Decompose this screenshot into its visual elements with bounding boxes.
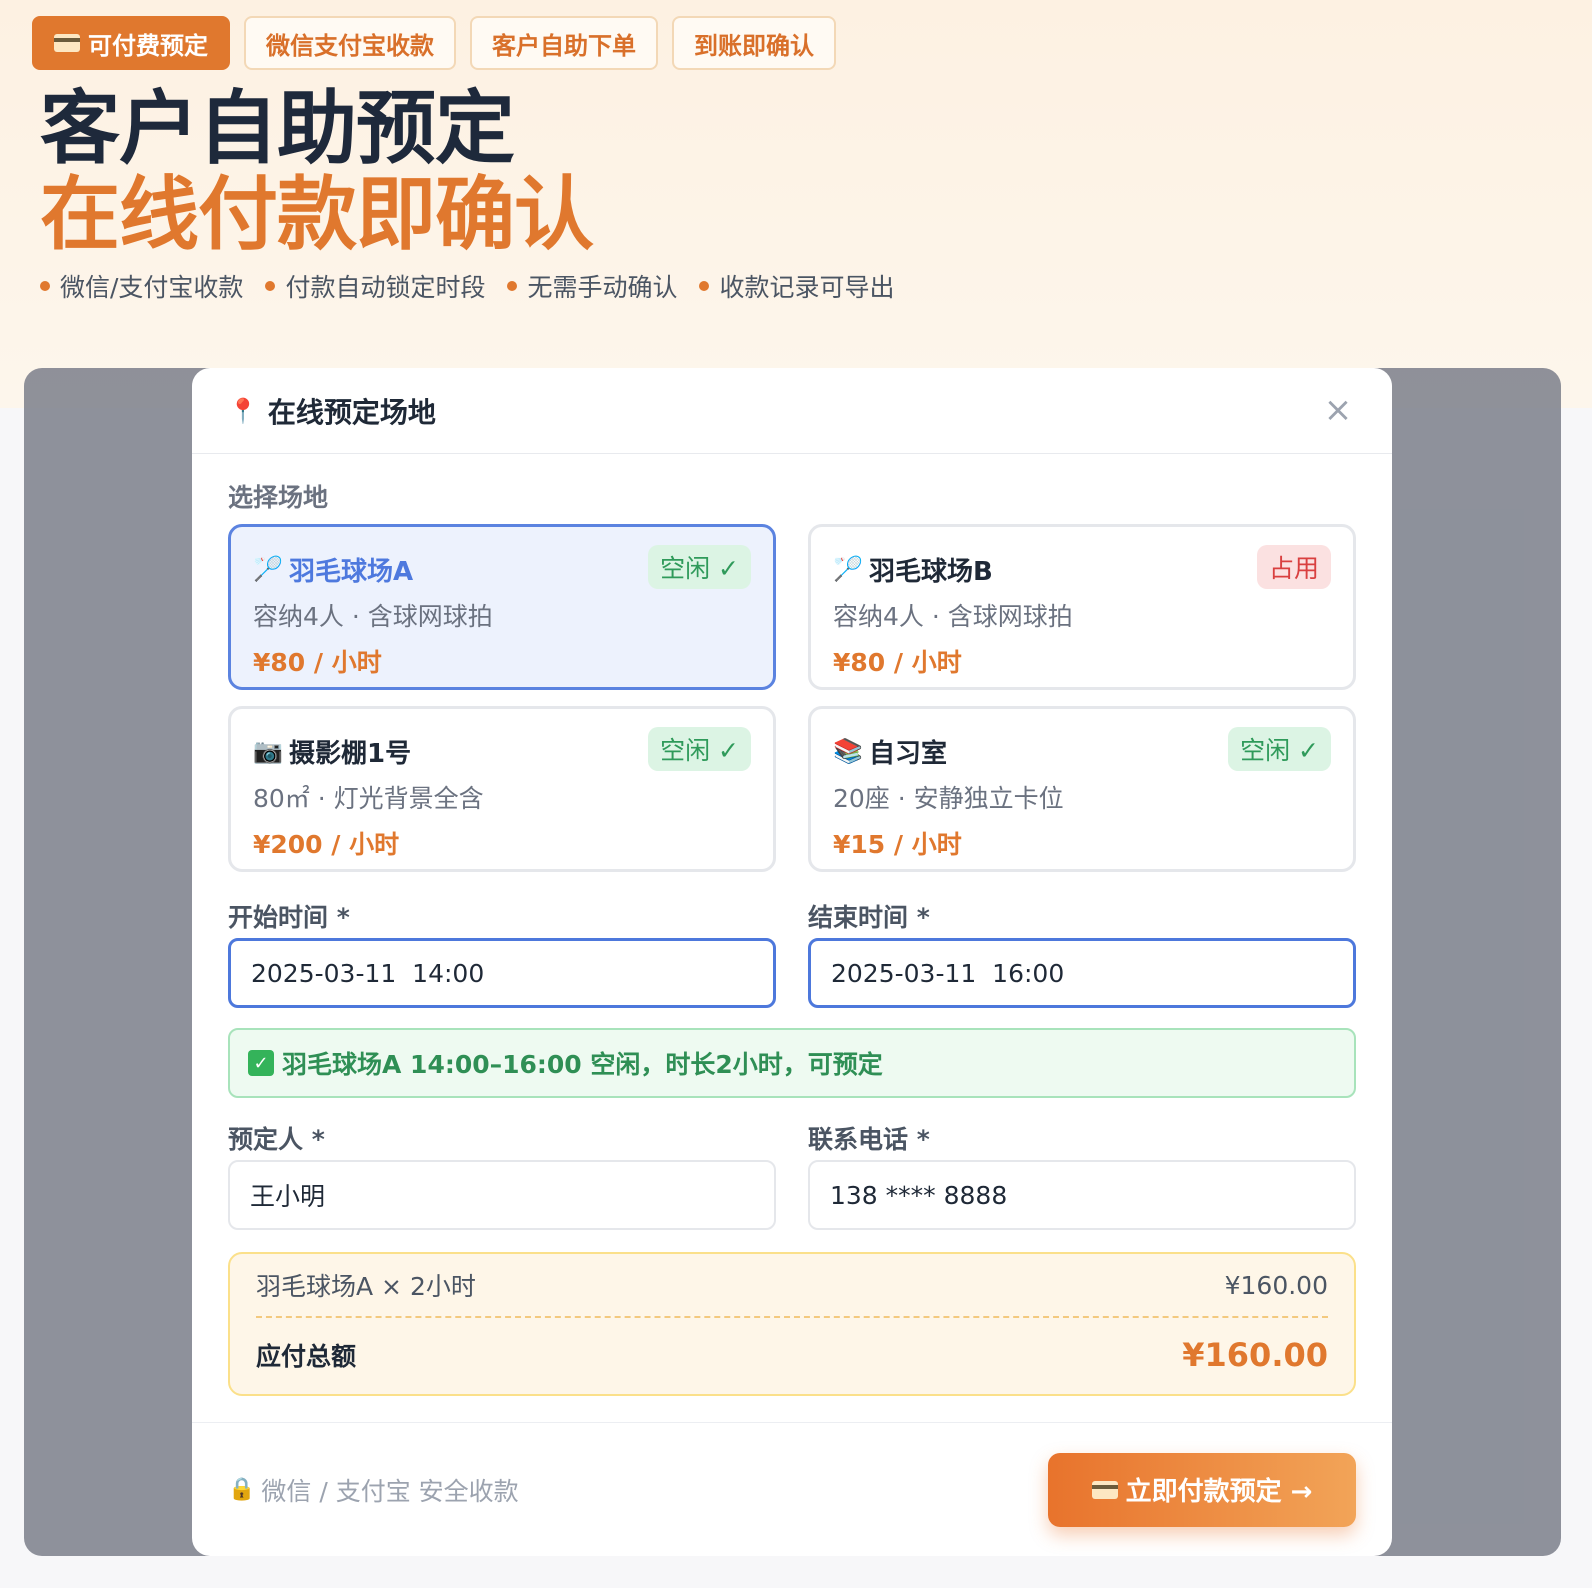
venue-price: ¥200 / 小时	[253, 830, 400, 859]
lock-icon: 🔒	[228, 1477, 256, 1502]
venue-name: 羽毛球场A	[289, 556, 414, 587]
credit-card-icon	[1091, 1480, 1118, 1499]
tag-label: 微信支付宝收款	[266, 31, 434, 60]
feature-item: 微信/支付宝收款	[40, 268, 243, 304]
tag-label: 到账即确认	[694, 31, 814, 60]
start-time-label: 开始时间 *	[228, 903, 350, 932]
venue-name: 羽毛球场B	[869, 556, 993, 587]
feature-text: 付款自动锁定时段	[285, 273, 486, 302]
price-summary: 羽毛球场A × 2小时 ¥160.00 应付总额 ¥160.00	[228, 1252, 1356, 1396]
status-badge: 占用	[1256, 545, 1331, 589]
bullet-icon	[40, 281, 50, 291]
badminton-icon: 🏸	[833, 555, 863, 583]
status-badge: 空闲 ✓	[648, 545, 751, 589]
tag-label: 可付费预定	[88, 31, 208, 60]
venue-section-label: 选择场地	[228, 483, 329, 512]
location-pin-icon: 📍	[228, 396, 258, 425]
status-badge: 空闲 ✓	[648, 727, 751, 771]
hero-title-line1: 客户自助预定	[40, 82, 515, 175]
bullet-icon	[699, 281, 710, 291]
venue-name: 自习室	[869, 738, 948, 769]
books-icon: 📚	[833, 737, 863, 765]
modal-title: 在线预定场地	[267, 395, 436, 429]
modal-footer: 🔒 微信 / 支付宝 安全收款 立即付款预定 →	[192, 1422, 1392, 1556]
summary-line-label: 羽毛球场A × 2小时	[256, 1272, 476, 1301]
close-icon: ×	[1323, 390, 1353, 430]
start-time-value: 2025-03-11 14:00	[251, 958, 485, 988]
secure-note-text: 微信 / 支付宝 安全收款	[261, 1476, 519, 1506]
camera-icon: 📷	[253, 737, 283, 765]
venue-card-photo-studio[interactable]: 📷 摄影棚1号 80㎡ · 灯光背景全含 ¥200 / 小时 空闲 ✓	[228, 706, 776, 872]
feature-text: 收款记录可导出	[719, 273, 895, 302]
venue-card-badminton-a[interactable]: 🏸 羽毛球场A 容纳4人 · 含球网球拍 ¥80 / 小时 空闲 ✓	[228, 524, 776, 690]
hero-title: 客户自助预定 在线付款即确认	[40, 82, 594, 261]
close-button[interactable]: ×	[1318, 390, 1358, 430]
booker-name-input[interactable]: 王小明	[228, 1160, 776, 1230]
tag-confirm: 到账即确认	[672, 16, 836, 70]
venue-desc: 20座 · 安静独立卡位	[833, 784, 1064, 813]
feature-text: 无需手动确认	[527, 273, 678, 302]
total-label: 应付总额	[256, 1342, 357, 1371]
feature-item: 无需手动确认	[507, 268, 677, 304]
feature-item: 付款自动锁定时段	[265, 268, 485, 304]
tag-payment-methods: 微信支付宝收款	[244, 16, 456, 70]
tag-label: 客户自助下单	[492, 31, 636, 60]
feature-text: 微信/支付宝收款	[60, 273, 244, 302]
feature-item: 收款记录可导出	[699, 268, 894, 304]
booking-modal: 📍 在线预定场地 × 选择场地 🏸 羽毛球场A 容纳4人 · 含球网球拍 ¥80…	[192, 368, 1392, 1556]
venue-name: 摄影棚1号	[289, 738, 412, 769]
badminton-icon: 🏸	[253, 555, 283, 583]
check-icon: ✓	[248, 1050, 274, 1076]
tag-paid-booking: 可付费预定	[32, 16, 230, 70]
venue-price: ¥80 / 小时	[833, 648, 962, 677]
phone-label: 联系电话 *	[808, 1125, 930, 1154]
venue-card-study-room[interactable]: 📚 自习室 20座 · 安静独立卡位 ¥15 / 小时 空闲 ✓	[808, 706, 1356, 872]
start-time-input[interactable]: 2025-03-11 14:00	[228, 938, 776, 1008]
pay-now-button[interactable]: 立即付款预定 →	[1048, 1452, 1356, 1527]
venue-desc: 容纳4人 · 含球网球拍	[833, 602, 1073, 631]
total-value: ¥160.00	[1182, 1336, 1328, 1374]
modal-header: 📍 在线预定场地 ×	[192, 368, 1392, 454]
venue-desc: 容纳4人 · 含球网球拍	[253, 602, 493, 631]
summary-total: 应付总额 ¥160.00	[256, 1318, 1328, 1392]
end-time-value: 2025-03-11 16:00	[831, 958, 1065, 988]
availability-status: ✓ 羽毛球场A 14:00–16:00 空闲，时长2小时，可预定	[228, 1028, 1356, 1098]
pay-button-label: 立即付款预定 →	[1125, 1477, 1313, 1507]
phone-input[interactable]: 138 **** 8888	[808, 1160, 1356, 1230]
end-time-input[interactable]: 2025-03-11 16:00	[808, 938, 1356, 1008]
feature-tags: 可付费预定 微信支付宝收款 客户自助下单 到账即确认	[32, 16, 836, 70]
hero-title-line2: 在线付款即确认	[40, 168, 594, 261]
tag-self-order: 客户自助下单	[470, 16, 658, 70]
venue-price: ¥15 / 小时	[833, 830, 962, 859]
availability-message: 羽毛球场A 14:00–16:00 空闲，时长2小时，可预定	[282, 1050, 883, 1079]
end-time-label: 结束时间 *	[808, 903, 930, 932]
bullet-icon	[265, 281, 276, 291]
venue-desc: 80㎡ · 灯光背景全含	[253, 784, 484, 813]
feature-list: 微信/支付宝收款 付款自动锁定时段 无需手动确认 收款记录可导出	[40, 268, 894, 304]
booker-label: 预定人 *	[228, 1125, 325, 1154]
phone-value: 138 **** 8888	[830, 1180, 1008, 1210]
summary-line: 羽毛球场A × 2小时 ¥160.00	[256, 1254, 1328, 1318]
secure-note: 🔒 微信 / 支付宝 安全收款	[228, 1472, 519, 1508]
bullet-icon	[507, 281, 518, 291]
hero-banner: 可付费预定 微信支付宝收款 客户自助下单 到账即确认 客户自助预定 在线付款即确…	[0, 0, 1592, 408]
booker-name-value: 王小明	[250, 1182, 326, 1211]
summary-line-value: ¥160.00	[1224, 1270, 1328, 1300]
status-badge: 空闲 ✓	[1228, 727, 1331, 771]
venue-card-badminton-b[interactable]: 🏸 羽毛球场B 容纳4人 · 含球网球拍 ¥80 / 小时 占用	[808, 524, 1356, 690]
venue-price: ¥80 / 小时	[253, 648, 382, 677]
credit-card-icon	[54, 34, 80, 52]
